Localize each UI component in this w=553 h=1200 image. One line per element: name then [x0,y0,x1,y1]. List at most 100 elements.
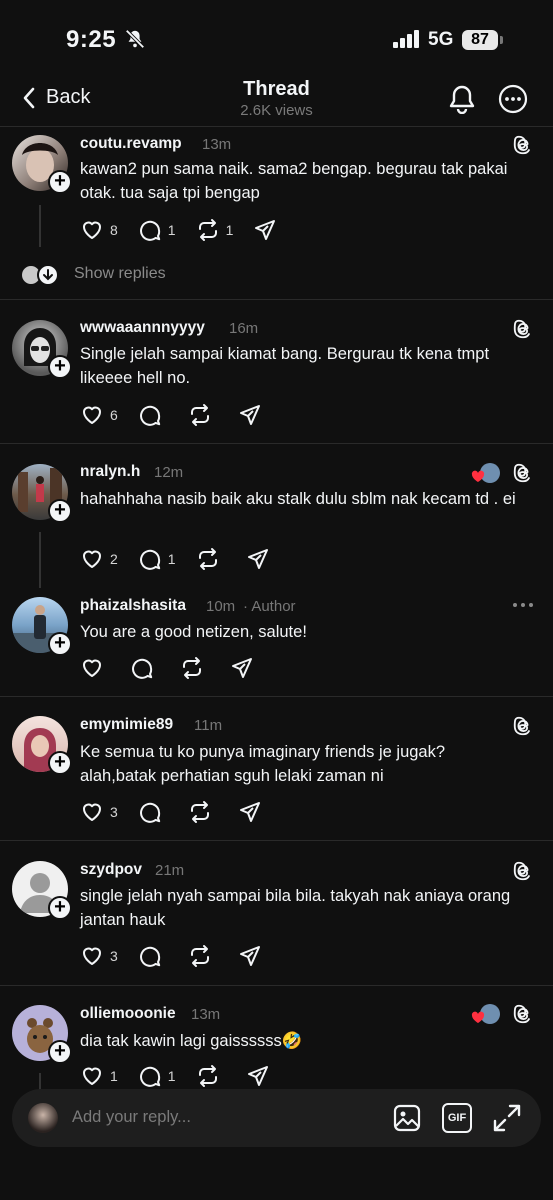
thread-line [39,532,41,588]
header-divider [0,126,553,127]
like-button[interactable]: 1 [80,1064,118,1088]
reply-button[interactable]: 1 [138,547,176,571]
post-divider [0,840,553,841]
post-actions [80,656,274,680]
repost-button[interactable] [196,547,226,571]
reply-button[interactable]: 1 [138,218,176,242]
heart-icon [80,218,104,242]
like-button[interactable]: 3 [80,944,118,968]
reply-button[interactable] [130,656,160,680]
username[interactable]: coutu.revamp [80,135,182,153]
username[interactable]: phaizalshasita [80,597,186,615]
post-actions: 3 [80,800,282,824]
share-button[interactable] [238,403,262,427]
comment-icon [138,944,162,968]
threads-icon[interactable] [512,715,534,737]
repost-button[interactable] [188,944,218,968]
reply-button[interactable]: 1 [138,1064,176,1088]
post-time: 13m [191,1006,221,1023]
repost-button[interactable] [188,800,218,824]
like-count: 8 [110,222,118,238]
share-icon [246,547,270,571]
threads-icon[interactable] [512,318,534,340]
more-dots-icon[interactable] [512,598,534,612]
follow-plus-icon[interactable]: + [48,1040,72,1064]
threads-icon[interactable] [512,462,534,484]
share-button[interactable] [246,547,270,571]
expand-icon[interactable] [492,1103,522,1133]
share-icon [238,403,262,427]
heart-icon [80,403,104,427]
like-button[interactable] [80,656,110,680]
heart-icon [80,547,104,571]
like-count: 6 [110,407,118,423]
comment-icon [138,800,162,824]
gif-button[interactable]: GIF [442,1103,472,1133]
image-icon[interactable] [392,1103,422,1133]
post-actions: 3 [80,944,282,968]
share-button[interactable] [230,656,254,680]
repost-button[interactable] [196,1064,226,1088]
heart-icon [80,800,104,824]
share-button[interactable] [253,218,277,242]
reply-button[interactable] [138,403,168,427]
repost-icon [196,1064,220,1088]
reply-count: 1 [167,551,176,567]
username[interactable]: nralyn.h [80,463,140,481]
follow-plus-icon[interactable]: + [48,170,72,194]
reply-count: 1 [167,1068,176,1084]
repost-icon [188,944,212,968]
repost-icon [196,218,220,242]
threads-icon[interactable] [512,860,534,882]
username[interactable]: szydpov [80,861,142,879]
repost-icon [188,403,212,427]
battery-tip [500,36,503,44]
comment-icon [130,656,154,680]
follow-plus-icon[interactable]: + [48,896,72,920]
username[interactable]: emymimie89 [80,716,173,734]
comment-icon [138,1064,162,1088]
reply-input[interactable]: Add your reply... [72,1108,191,1127]
like-button[interactable]: 2 [80,547,118,571]
share-button[interactable] [238,800,262,824]
share-icon [238,800,262,824]
share-button[interactable] [246,1064,270,1088]
reply-composer[interactable]: Add your reply... GIF [12,1089,541,1147]
repost-button[interactable] [180,656,210,680]
liked-by-author-icon [471,1004,500,1024]
repost-button[interactable] [188,403,218,427]
post-text: Ke semua tu ko punya imaginary friends j… [80,743,446,785]
follow-plus-icon[interactable]: + [48,355,72,379]
threads-icon[interactable] [512,1003,534,1025]
post-actions: 8 1 1 [80,218,297,242]
follow-plus-icon[interactable]: + [48,751,72,775]
liked-by-author-icon [471,463,500,483]
post-text: You are a good netizen, salute! [80,623,307,641]
like-button[interactable]: 8 [80,218,118,242]
post-text: kawan2 pun sama naik. sama2 bengap. begu… [80,160,508,202]
post-text: Single jelah sampai kiamat bang. Bergura… [80,345,490,387]
bell-icon[interactable] [448,84,476,114]
like-button[interactable]: 6 [80,403,118,427]
follow-plus-icon[interactable]: + [48,499,72,523]
repost-icon [188,800,212,824]
reply-button[interactable] [138,800,168,824]
post-actions: 1 1 [80,1064,290,1088]
more-options-icon[interactable] [498,84,528,114]
show-replies-label[interactable]: Show replies [74,265,166,283]
reply-button[interactable] [138,944,168,968]
username[interactable]: wwwaaannnyyyy [80,319,205,337]
repost-button[interactable]: 1 [196,218,233,242]
signal-icon [393,30,419,48]
thread-header: Back Thread 2.6K views [0,78,553,128]
comment-icon [138,403,162,427]
post-time: 16m [229,320,259,337]
share-icon [253,218,277,242]
share-button[interactable] [238,944,262,968]
network-type: 5G [428,29,454,50]
username[interactable]: olliemooonie [80,1005,176,1023]
follow-plus-icon[interactable]: + [48,632,72,656]
like-button[interactable]: 3 [80,800,118,824]
repost-icon [180,656,204,680]
threads-icon[interactable] [512,134,534,156]
